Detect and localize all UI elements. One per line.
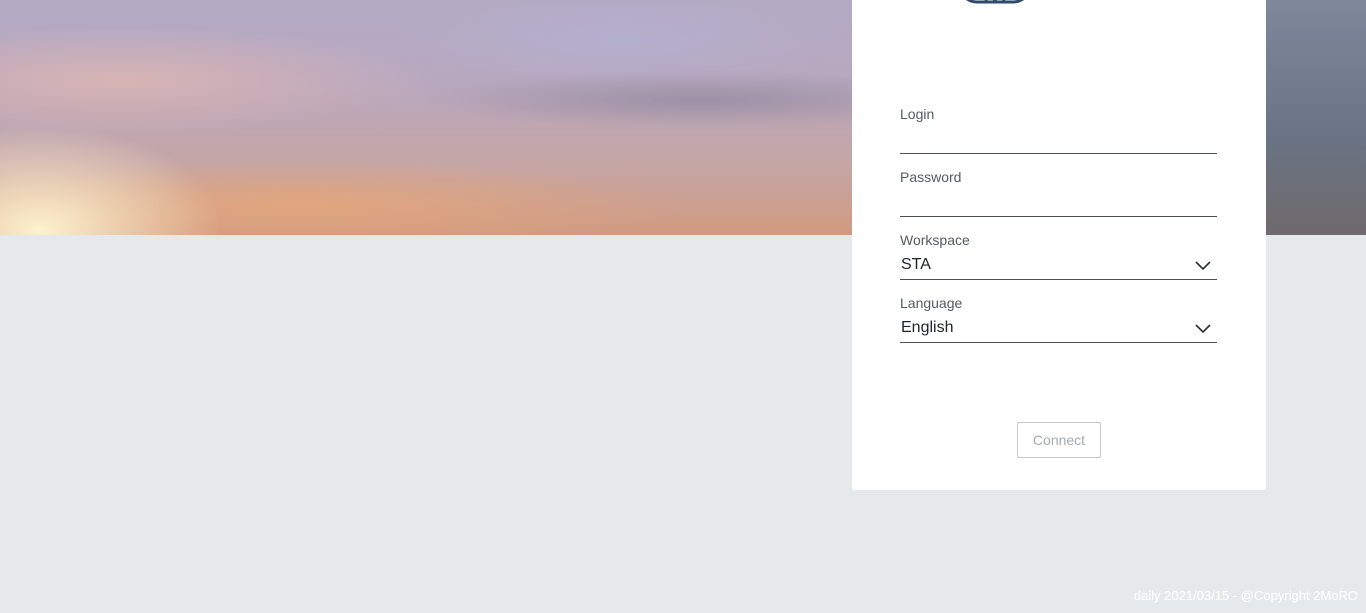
workspace-field: Workspace STA [900,231,1217,280]
login-field: Login [900,105,1217,154]
footer-copyright: daily 2021/03/15 - @Copyright 2MoRO [1133,588,1358,603]
password-label: Password [900,169,962,185]
password-input[interactable] [900,190,1217,216]
language-selected-value: English [901,319,954,336]
password-field: Password [900,168,1217,217]
login-label: Login [900,106,935,122]
language-field: Language English [900,294,1217,343]
chevron-down-icon[interactable] [1195,259,1211,271]
workspace-label: Workspace [900,232,970,248]
password-input-wrapper [900,190,1217,217]
language-label: Language [900,295,963,311]
connect-button[interactable]: Connect [1017,422,1101,458]
workspace-selected-value: STA [901,256,931,273]
login-card: Login Password Workspace STA Language En… [852,0,1266,490]
login-input-wrapper [900,127,1217,154]
language-select[interactable]: English [900,316,1217,343]
workspace-select[interactable]: STA [900,253,1217,280]
gear-logo-icon [966,0,1024,4]
login-input[interactable] [900,127,1217,153]
chevron-down-icon[interactable] [1195,322,1211,334]
